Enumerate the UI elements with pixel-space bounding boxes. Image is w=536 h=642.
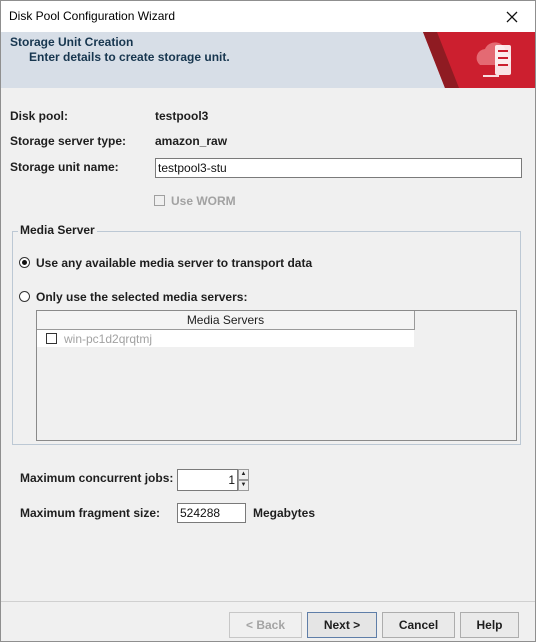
selected-media-servers-label[interactable]: Only use the selected media servers: bbox=[36, 290, 247, 304]
max-fragment-size-input[interactable] bbox=[177, 503, 246, 523]
media-servers-column-header[interactable]: Media Servers bbox=[37, 311, 415, 330]
close-icon bbox=[506, 11, 518, 22]
media-servers-table: Media Servers win-pc1d2qrqtmj bbox=[36, 310, 517, 441]
storage-unit-name-label: Storage unit name: bbox=[10, 160, 119, 174]
disk-pool-value: testpool3 bbox=[155, 109, 209, 123]
any-media-server-label[interactable]: Use any available media server to transp… bbox=[36, 256, 312, 270]
wizard-banner: Storage Unit Creation Enter details to c… bbox=[1, 32, 535, 88]
wizard-window: Disk Pool Configuration Wizard Storage U… bbox=[0, 0, 536, 642]
next-button[interactable]: Next > bbox=[307, 612, 377, 638]
close-button[interactable] bbox=[489, 1, 535, 32]
media-server-legend: Media Server bbox=[18, 223, 97, 237]
decrement-arrow-icon[interactable]: ▼ bbox=[238, 480, 249, 491]
use-worm-label: Use WORM bbox=[171, 194, 236, 208]
media-server-checkbox[interactable] bbox=[46, 333, 57, 344]
window-title: Disk Pool Configuration Wizard bbox=[9, 9, 176, 23]
title-bar: Disk Pool Configuration Wizard bbox=[1, 1, 535, 32]
use-worm-checkbox[interactable] bbox=[154, 195, 165, 206]
banner-subtitle: Enter details to create storage unit. bbox=[29, 50, 230, 64]
storage-unit-name-input[interactable] bbox=[155, 158, 522, 178]
max-fragment-size-label: Maximum fragment size: bbox=[20, 506, 161, 520]
server-type-value: amazon_raw bbox=[155, 134, 228, 148]
storage-cloud-icon bbox=[423, 32, 535, 88]
server-type-label: Storage server type: bbox=[10, 134, 127, 148]
footer-divider bbox=[1, 601, 535, 602]
banner-title: Storage Unit Creation bbox=[10, 35, 134, 49]
selected-media-servers-radio[interactable] bbox=[19, 291, 30, 302]
media-server-name: win-pc1d2qrqtmj bbox=[64, 332, 153, 346]
disk-pool-label: Disk pool: bbox=[10, 109, 69, 123]
increment-arrow-icon[interactable]: ▲ bbox=[238, 469, 249, 480]
help-button[interactable]: Help bbox=[460, 612, 519, 638]
max-concurrent-jobs-input[interactable] bbox=[177, 469, 238, 491]
back-button[interactable]: < Back bbox=[229, 612, 302, 638]
any-media-server-radio[interactable] bbox=[19, 257, 30, 268]
fragment-unit-label: Megabytes bbox=[253, 506, 316, 520]
stepper-arrows: ▲ ▼ bbox=[238, 469, 249, 491]
cancel-button[interactable]: Cancel bbox=[382, 612, 455, 638]
max-concurrent-jobs-label: Maximum concurrent jobs: bbox=[20, 471, 174, 485]
table-row[interactable]: win-pc1d2qrqtmj bbox=[37, 330, 414, 347]
max-concurrent-jobs-stepper[interactable]: ▲ ▼ bbox=[177, 469, 249, 491]
